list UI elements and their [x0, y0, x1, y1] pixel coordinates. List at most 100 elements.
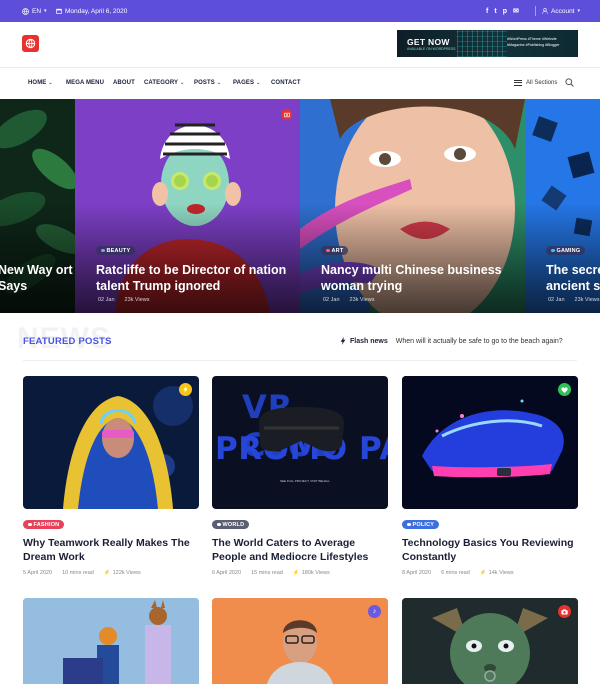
post-image[interactable] — [402, 376, 578, 509]
category-badge[interactable]: FASHION — [23, 520, 65, 529]
post-title[interactable]: Technology Basics You Reviewing Constant… — [402, 536, 578, 564]
banner-subtitle: AVAILABLE ON WORDPRESS — [407, 47, 456, 51]
bolt-icon: ⚡ — [479, 570, 487, 576]
category-label: FASHION — [33, 521, 60, 528]
site-logo[interactable] — [22, 35, 39, 52]
category-label: GAMING — [556, 247, 581, 254]
post-views: 180k Views — [301, 570, 330, 576]
category-badge[interactable]: WORLD — [212, 520, 250, 529]
chevron-down-icon: ▾ — [577, 8, 581, 14]
all-sections-button[interactable]: All Sections — [514, 68, 557, 98]
hero-slide[interactable]: BEAUTY Ratcliffe to be Director of natio… — [75, 99, 300, 313]
post-meta: 8 April 2020 6 mins read ⚡ 14k Views — [402, 570, 514, 576]
post-read-time: 6 mins read — [441, 570, 470, 576]
post-image[interactable] — [402, 598, 578, 684]
nav-posts-label: POSTS — [194, 80, 215, 86]
hero-slide[interactable]: ART Nancy multi Chinese business woman t… — [300, 99, 525, 313]
post-views: 122k Views — [112, 570, 141, 576]
post-card[interactable]: VR CLUB PROMO PAGE SEE FULL PROJECT, VIS… — [212, 376, 388, 576]
category-badge[interactable]: ART — [321, 246, 349, 255]
email-icon[interactable]: ✉ — [513, 7, 519, 15]
account-menu[interactable]: Account ▾ — [542, 0, 580, 22]
slide-date: 02 Jan — [323, 297, 340, 303]
image-man-portrait — [212, 598, 388, 684]
category-badge[interactable]: GAMING — [546, 246, 586, 255]
post-image[interactable]: VR CLUB PROMO PAGE SEE FULL PROJECT, VIS… — [212, 376, 388, 509]
slide-views: 23k Views — [574, 297, 600, 303]
nav-mega-menu[interactable]: MEGA MENU — [66, 68, 104, 98]
flash-headline[interactable]: When will it actually be safe to go to t… — [396, 338, 563, 345]
all-sections-label: All Sections — [526, 80, 558, 86]
search-icon[interactable] — [565, 78, 574, 87]
hero-slider: New Way ort Says BEAUTY Ratcliffe to be … — [0, 99, 600, 313]
category-label: BEAUTY — [106, 247, 131, 254]
category-badge[interactable]: BEAUTY — [96, 246, 136, 255]
bolt-icon: ⚡ — [292, 570, 300, 576]
globe-logo-icon — [25, 38, 36, 49]
hero-slide[interactable]: New Way ort Says — [0, 99, 75, 313]
music-badge: ♪ — [368, 605, 381, 618]
post-card[interactable]: FASHION Why Teamwork Really Makes The Dr… — [23, 376, 199, 576]
nav-category[interactable]: CATEGORY ⌄ — [144, 68, 184, 98]
language-selector[interactable]: EN ▾ — [22, 0, 47, 22]
post-date: 6 April 2020 — [212, 570, 242, 576]
camera-badge — [558, 605, 571, 618]
banner-pattern — [457, 30, 507, 57]
nav-category-label: CATEGORY — [144, 80, 179, 86]
post-image[interactable] — [23, 376, 199, 509]
dot-icon — [551, 248, 555, 253]
post-image[interactable]: ♪ — [212, 598, 388, 684]
slide-views: 23k Views — [124, 297, 150, 303]
slide-meta: 02 Jan 23k Views — [323, 297, 374, 303]
slide-title[interactable]: Ratcliffe to be Director of nation talen… — [96, 262, 300, 294]
slide-shade — [0, 203, 75, 313]
vr-headset-icon — [259, 407, 344, 452]
flash-news-ticker: Flash news When will it actually be safe… — [340, 337, 563, 345]
post-read-time: 15 mins read — [251, 570, 283, 576]
dot-icon — [101, 248, 105, 253]
account-label: Account — [551, 7, 575, 15]
hamburger-icon — [514, 80, 522, 86]
nav-contact[interactable]: CONTACT — [271, 68, 301, 98]
banner-title: GET NOW — [407, 37, 450, 47]
language-label: EN — [32, 7, 42, 15]
heart-icon — [561, 386, 568, 393]
nav-pages[interactable]: PAGES ⌄ — [233, 68, 260, 98]
twitter-icon[interactable]: t — [494, 8, 496, 15]
user-icon — [542, 8, 548, 14]
image-neon-rain — [23, 376, 199, 509]
nav-mega-menu-label: MEGA MENU — [66, 80, 105, 86]
ad-banner[interactable]: GET NOW AVAILABLE ON WORDPRESS #WordPres… — [397, 30, 578, 57]
facebook-icon[interactable]: f — [486, 8, 488, 15]
slide-views: 23k Views — [349, 297, 375, 303]
post-title[interactable]: The World Caters to Average People and M… — [212, 536, 388, 564]
post-title[interactable]: Why Teamwork Really Makes The Dream Work — [23, 536, 199, 564]
nav-contact-label: CONTACT — [271, 80, 301, 86]
slide-title[interactable]: The secre ancient s — [546, 262, 600, 294]
nav-home[interactable]: HOME ⌄ — [28, 68, 53, 98]
globe-icon — [22, 7, 29, 15]
chevron-down-icon: ⌄ — [180, 80, 185, 86]
category-badge[interactable]: POLICY — [402, 520, 440, 529]
post-image[interactable] — [23, 598, 199, 684]
lightning-icon — [340, 337, 346, 345]
post-meta: 6 April 2020 15 mins read ⚡ 180k Views — [212, 570, 330, 576]
post-date: 5 April 2020 — [23, 570, 53, 576]
slide-meta: 02 Jan 23k Views — [98, 297, 149, 303]
main-nav: HOME ⌄ MEGA MENU ABOUT CATEGORY ⌄ POSTS ⌄ P… — [0, 68, 600, 98]
nav-about[interactable]: ABOUT — [113, 68, 135, 98]
nav-home-label: HOME — [28, 80, 47, 86]
pinterest-icon[interactable]: p — [503, 8, 507, 15]
post-meta: 5 April 2020 10 mins read ⚡ 122k Views — [23, 570, 141, 576]
post-views: 14k Views — [488, 570, 514, 576]
slide-title[interactable]: Nancy multi Chinese business woman tryin… — [321, 262, 525, 294]
camera-badge — [281, 109, 292, 120]
hero-slide[interactable]: GAMING The secre ancient s 02 Jan 23k Vie… — [525, 99, 600, 313]
nav-posts[interactable]: POSTS ⌄ — [194, 68, 221, 98]
post-card[interactable]: POLICY Technology Basics You Reviewing C… — [402, 376, 578, 576]
topbar-divider — [535, 6, 536, 16]
heart-badge — [558, 383, 571, 396]
post-read-time: 10 mins read — [62, 570, 94, 576]
slide-title: New Way ort Says — [0, 263, 73, 293]
chevron-down-icon: ⌄ — [48, 80, 53, 86]
